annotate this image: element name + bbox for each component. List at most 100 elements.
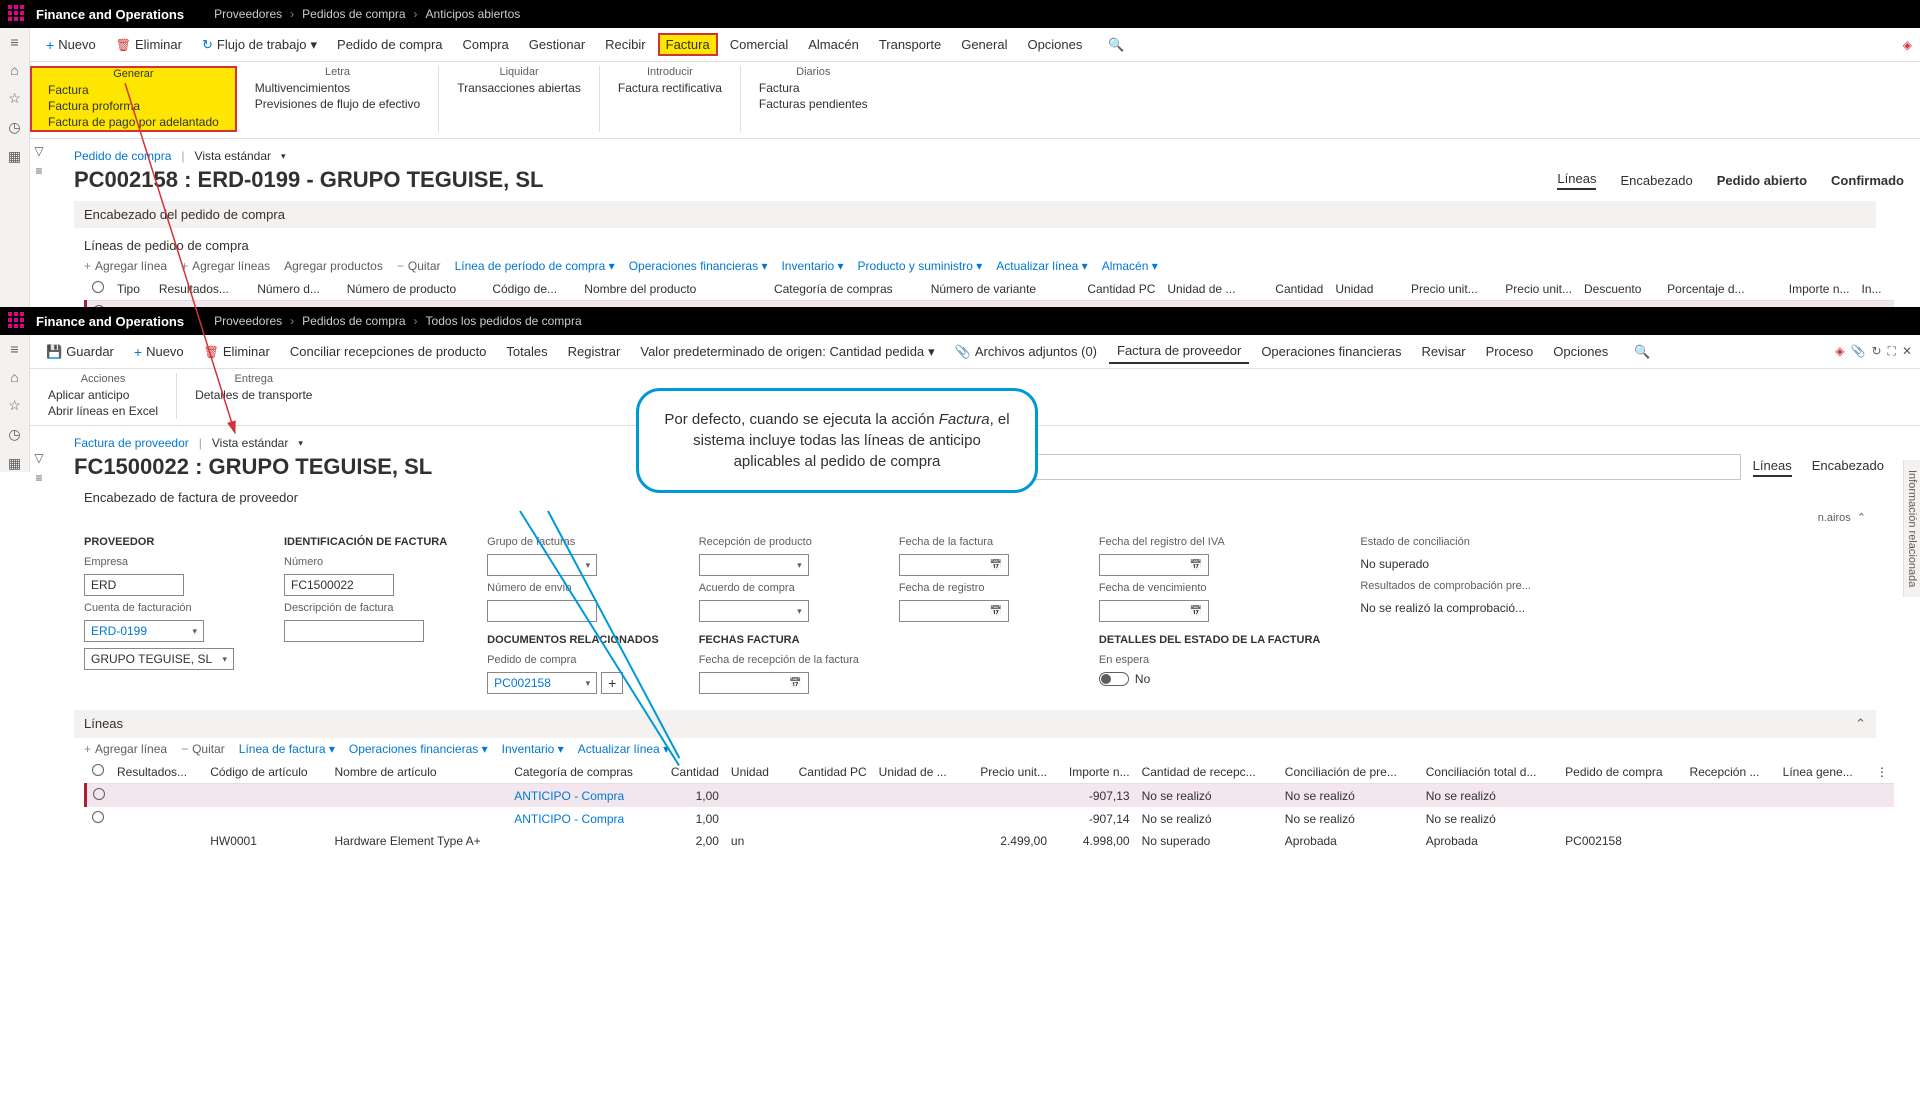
c2-res[interactable]: Resultados...: [111, 760, 204, 784]
tab-recibir[interactable]: Recibir: [597, 33, 653, 56]
col-tipo[interactable]: Tipo: [111, 277, 153, 301]
f-desc[interactable]: [284, 620, 424, 642]
chevron-up-icon[interactable]: ⌃: [1857, 511, 1866, 524]
col-price2[interactable]: Precio unit...: [1484, 277, 1578, 301]
totales-button[interactable]: Totales: [498, 340, 555, 363]
tab-transporte[interactable]: Transporte: [871, 33, 949, 56]
col-price[interactable]: Precio unit...: [1389, 277, 1483, 301]
c2-code[interactable]: Código de artículo: [204, 760, 328, 784]
col-desc[interactable]: Descuento: [1578, 277, 1661, 301]
lines-section-bar[interactable]: Líneas ⌃: [74, 710, 1876, 738]
col-qtypc[interactable]: Cantidad PC: [1065, 277, 1161, 301]
conciliar-button[interactable]: Conciliar recepciones de producto: [282, 340, 495, 363]
tab-lineas-2[interactable]: Líneas: [1753, 458, 1792, 477]
menu-icon[interactable]: ≡: [10, 34, 18, 50]
crumb-0[interactable]: Proveedores: [214, 7, 282, 21]
alm-drop[interactable]: Almacén ▾: [1102, 259, 1158, 273]
tab-almacen[interactable]: Almacén: [800, 33, 867, 56]
letra-prev[interactable]: Previsiones de flujo de efectivo: [255, 96, 420, 112]
search-icon[interactable]: 🔍: [1100, 33, 1132, 57]
f-freg[interactable]: [899, 600, 1009, 622]
col-codigo[interactable]: Código de...: [486, 277, 578, 301]
c2-lg[interactable]: Línea gene...: [1777, 760, 1870, 784]
f-frecep[interactable]: [699, 672, 809, 694]
tab-lineas-1[interactable]: Líneas: [1557, 171, 1596, 190]
module-icon-2[interactable]: ▦: [8, 455, 21, 472]
generar-factura[interactable]: Factura: [48, 82, 219, 98]
liquidar-trans[interactable]: Transacciones abiertas: [457, 80, 581, 96]
col-res[interactable]: Resultados...: [153, 277, 251, 301]
c2-po[interactable]: Pedido de compra: [1559, 760, 1683, 784]
generar-adelantado[interactable]: Factura de pago por adelantado: [48, 114, 219, 130]
row-radio-2[interactable]: [93, 788, 105, 800]
filter-icon-2[interactable]: ▽: [30, 451, 48, 465]
c2-cpre[interactable]: Conciliación de pre...: [1279, 760, 1420, 784]
workflow-button[interactable]: ↻Flujo de trabajo ▾: [194, 33, 325, 57]
tab-gestionar[interactable]: Gestionar: [521, 33, 593, 56]
f-fvenc[interactable]: [1099, 600, 1209, 622]
tab-compra[interactable]: Compra: [455, 33, 517, 56]
crumb2-1[interactable]: Pedidos de compra: [302, 314, 405, 328]
home-icon[interactable]: ⌂: [10, 62, 18, 78]
table-row[interactable]: ANTICIPO - Compra 1,00 -907,13 No se rea…: [86, 784, 1895, 808]
add-po-button[interactable]: +: [601, 672, 623, 694]
delete-button-2[interactable]: 🗑Eliminar: [196, 340, 278, 363]
col-in[interactable]: In...: [1856, 277, 1895, 301]
col-unit[interactable]: Unidad: [1329, 277, 1389, 301]
col-nombre[interactable]: Nombre del producto: [578, 277, 768, 301]
opfin-drop-2[interactable]: Operaciones financieras ▾: [349, 742, 488, 756]
diarios-factura[interactable]: Factura: [759, 80, 868, 96]
star-icon-2[interactable]: ☆: [8, 397, 21, 414]
c2-ude[interactable]: Unidad de ...: [873, 760, 964, 784]
add-lines[interactable]: Agregar líneas: [181, 259, 270, 273]
app-launcher-icon-2[interactable]: [8, 312, 26, 330]
c2-unit[interactable]: Unidad: [725, 760, 782, 784]
tab-revisar[interactable]: Revisar: [1414, 340, 1474, 363]
breadcrumb-1[interactable]: Proveedores› Pedidos de compra› Anticipo…: [214, 7, 520, 21]
related-info-panel[interactable]: Información relacionada: [1903, 460, 1920, 597]
f-firva[interactable]: [1099, 554, 1209, 576]
add-line[interactable]: Agregar línea: [84, 259, 167, 273]
f-acuerdo[interactable]: [699, 600, 809, 622]
pin-icon[interactable]: ◈: [1903, 38, 1912, 52]
col-amt[interactable]: Importe n...: [1768, 277, 1855, 301]
tab-pedido[interactable]: Pedido de compra: [329, 33, 451, 56]
tab-opfin-2[interactable]: Operaciones financieras: [1253, 340, 1409, 363]
col-cat[interactable]: Categoría de compras: [768, 277, 925, 301]
f-numero[interactable]: FC1500022: [284, 574, 394, 596]
tab-comercial[interactable]: Comercial: [722, 33, 797, 56]
list-icon-2[interactable]: ≡: [30, 471, 48, 485]
view-link-2[interactable]: Factura de proveedor: [74, 436, 189, 450]
col-pct[interactable]: Porcentaje d...: [1661, 277, 1768, 301]
crumb-1[interactable]: Pedidos de compra: [302, 7, 405, 21]
upd-drop-2[interactable]: Actualizar línea ▾: [578, 742, 669, 756]
registrar-button[interactable]: Registrar: [560, 340, 629, 363]
tab-opciones[interactable]: Opciones: [1019, 33, 1090, 56]
f-cuenta[interactable]: ERD-0199: [84, 620, 204, 642]
c2-amt[interactable]: Importe n...: [1053, 760, 1136, 784]
module-icon[interactable]: ▦: [8, 148, 21, 165]
view-link-1[interactable]: Pedido de compra: [74, 149, 171, 163]
search-icon-2[interactable]: 🔍: [1626, 340, 1658, 364]
close-icon[interactable]: ✕: [1902, 344, 1912, 359]
tab-proceso[interactable]: Proceso: [1478, 340, 1542, 363]
f-pedido[interactable]: PC002158: [487, 672, 597, 694]
save-button[interactable]: 💾Guardar: [38, 340, 122, 364]
row-radio-2b[interactable]: [92, 811, 104, 823]
tab-factura[interactable]: Factura: [658, 33, 718, 56]
periodo-drop[interactable]: Línea de período de compra ▾: [455, 259, 615, 273]
view-std-1[interactable]: Vista estándar: [195, 149, 272, 163]
col-qty[interactable]: Cantidad: [1257, 277, 1329, 301]
tab-enc-1[interactable]: Encabezado: [1620, 173, 1692, 188]
filter-icon-1[interactable]: ▽: [30, 144, 48, 158]
crumb-2[interactable]: Anticipos abiertos: [426, 7, 521, 21]
c2-price[interactable]: Precio unit...: [964, 760, 1053, 784]
crumb2-0[interactable]: Proveedores: [214, 314, 282, 328]
diarios-pend[interactable]: Facturas pendientes: [759, 96, 868, 112]
f-nombre[interactable]: GRUPO TEGUISE, SL: [84, 648, 234, 670]
col-ude[interactable]: Unidad de ...: [1161, 277, 1257, 301]
tab-enc-2[interactable]: Encabezado: [1812, 458, 1884, 477]
table-row[interactable]: HW0001 Hardware Element Type A+ 2,00 un …: [86, 830, 1895, 852]
c2-name[interactable]: Nombre de artículo: [328, 760, 508, 784]
app-launcher-icon[interactable]: [8, 5, 26, 23]
